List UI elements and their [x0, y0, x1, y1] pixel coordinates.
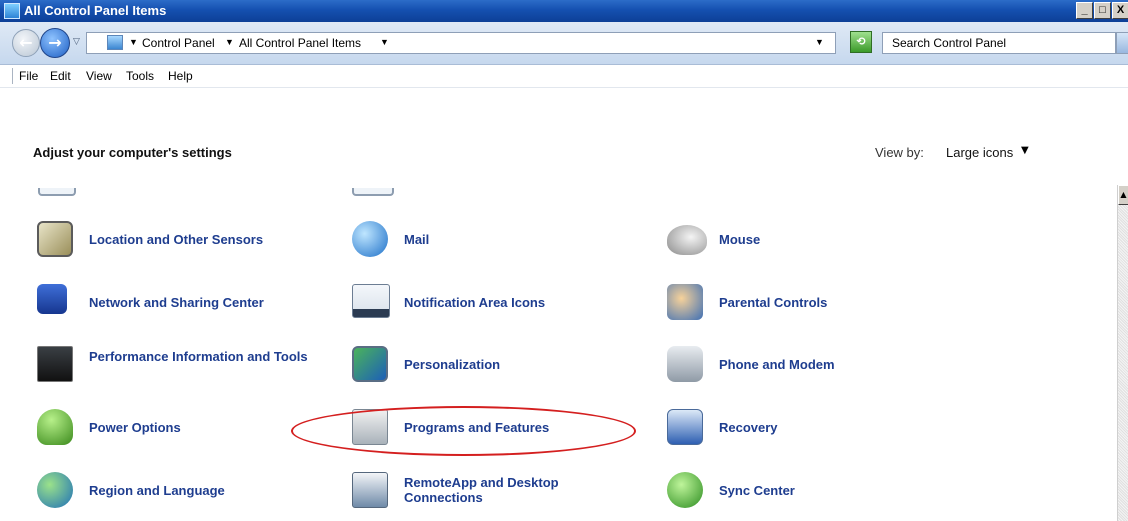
power-options-icon — [37, 409, 73, 445]
mail-icon — [352, 221, 388, 257]
item-network-sharing[interactable]: Network and Sharing Center — [37, 284, 307, 324]
breadcrumb-control-panel[interactable]: Control Panel — [142, 36, 215, 50]
item-label[interactable]: Network and Sharing Center — [89, 295, 264, 310]
item-label[interactable]: Mail — [404, 232, 429, 247]
menu-view[interactable]: View — [86, 69, 112, 83]
highlight-ellipse — [291, 406, 636, 456]
menu-tools[interactable]: Tools — [126, 69, 154, 83]
item-label[interactable]: Power Options — [89, 420, 181, 435]
mouse-icon — [667, 225, 707, 255]
region-language-icon — [37, 472, 73, 508]
breadcrumb-arrow[interactable]: ▼ — [129, 37, 138, 47]
recovery-icon — [667, 409, 703, 445]
remoteapp-icon — [352, 472, 388, 508]
item-remoteapp[interactable]: RemoteApp and Desktop Connections — [352, 472, 602, 512]
parental-controls-icon — [667, 284, 703, 320]
minimize-button[interactable]: _ — [1076, 2, 1093, 19]
search-input[interactable]: Search Control Panel — [882, 32, 1116, 54]
menu-edit[interactable]: Edit — [50, 69, 71, 83]
item-label[interactable]: Region and Language — [89, 483, 225, 498]
menu-file[interactable]: File — [19, 69, 38, 83]
title-bar[interactable]: All Control Panel Items _ □ X — [0, 0, 1128, 22]
network-icon — [37, 284, 67, 314]
control-panel-icon — [4, 3, 20, 19]
performance-icon — [37, 346, 73, 382]
item-region-language[interactable]: Region and Language — [37, 472, 257, 512]
item-label[interactable]: Personalization — [404, 357, 500, 372]
item-notification-area[interactable]: Notification Area Icons — [352, 284, 582, 324]
location-sensors-icon — [37, 221, 73, 257]
address-history-dropdown[interactable]: ▼ — [815, 37, 824, 47]
notification-area-icon — [352, 284, 390, 318]
item-recovery[interactable]: Recovery — [667, 409, 817, 449]
item-label[interactable]: Location and Other Sensors — [89, 232, 263, 247]
close-button[interactable]: X — [1112, 2, 1128, 19]
breadcrumb-arrow[interactable]: ▼ — [225, 37, 234, 47]
chevron-down-icon[interactable]: ▼ — [1021, 145, 1029, 156]
page-heading: Adjust your computer's settings — [33, 145, 232, 160]
refresh-button[interactable]: ⟲ — [850, 31, 872, 53]
back-button[interactable]: ← — [12, 29, 40, 57]
item-label[interactable]: Mouse — [719, 232, 760, 247]
recent-pages-dropdown[interactable]: ▽ — [73, 37, 80, 47]
item-performance[interactable]: Performance Information and Tools — [37, 346, 317, 386]
breadcrumb-arrow[interactable]: ▼ — [380, 37, 389, 47]
item-label[interactable]: Recovery — [719, 420, 778, 435]
item-mouse[interactable]: Mouse — [667, 221, 817, 261]
item-power-options[interactable]: Power Options — [37, 409, 217, 449]
personalization-icon — [352, 346, 388, 382]
forward-button[interactable]: → — [40, 28, 70, 58]
scroll-up-button[interactable]: ▲ — [1118, 185, 1128, 205]
item-parental-controls[interactable]: Parental Controls — [667, 284, 857, 324]
sync-center-icon — [667, 472, 703, 508]
item-location-sensors[interactable]: Location and Other Sensors — [37, 221, 297, 261]
view-by-dropdown[interactable]: Large icons — [946, 145, 1013, 160]
item-label[interactable]: RemoteApp and Desktop Connections — [404, 475, 604, 505]
menu-help[interactable]: Help — [168, 69, 193, 83]
partial-item-icon — [38, 188, 76, 196]
item-label[interactable]: Performance Information and Tools — [89, 349, 314, 364]
window-title: All Control Panel Items — [24, 3, 167, 18]
item-mail[interactable]: Mail — [352, 221, 502, 261]
vertical-scrollbar[interactable] — [1117, 185, 1128, 521]
item-sync-center[interactable]: Sync Center — [667, 472, 817, 512]
menu-bar: File Edit View Tools Help — [0, 65, 1128, 88]
item-label[interactable]: Notification Area Icons — [404, 295, 545, 310]
breadcrumb-all-items[interactable]: All Control Panel Items — [239, 36, 361, 50]
partial-item-icon — [352, 188, 394, 196]
address-toolbar: ← → ▽ ▼ Control Panel ▼ All Control Pane… — [0, 22, 1128, 65]
control-panel-small-icon — [107, 35, 123, 50]
maximize-button[interactable]: □ — [1094, 2, 1111, 19]
search-icon[interactable] — [1116, 32, 1128, 54]
item-phone-modem[interactable]: Phone and Modem — [667, 346, 867, 386]
item-label[interactable]: Parental Controls — [719, 295, 827, 310]
address-box[interactable]: ▼ Control Panel ▼ All Control Panel Item… — [86, 32, 836, 54]
item-personalization[interactable]: Personalization — [352, 346, 532, 386]
view-by-label: View by: — [875, 145, 924, 160]
item-label[interactable]: Sync Center — [719, 483, 795, 498]
item-label[interactable]: Phone and Modem — [719, 357, 835, 372]
phone-modem-icon — [667, 346, 703, 382]
menu-grip — [12, 68, 13, 84]
